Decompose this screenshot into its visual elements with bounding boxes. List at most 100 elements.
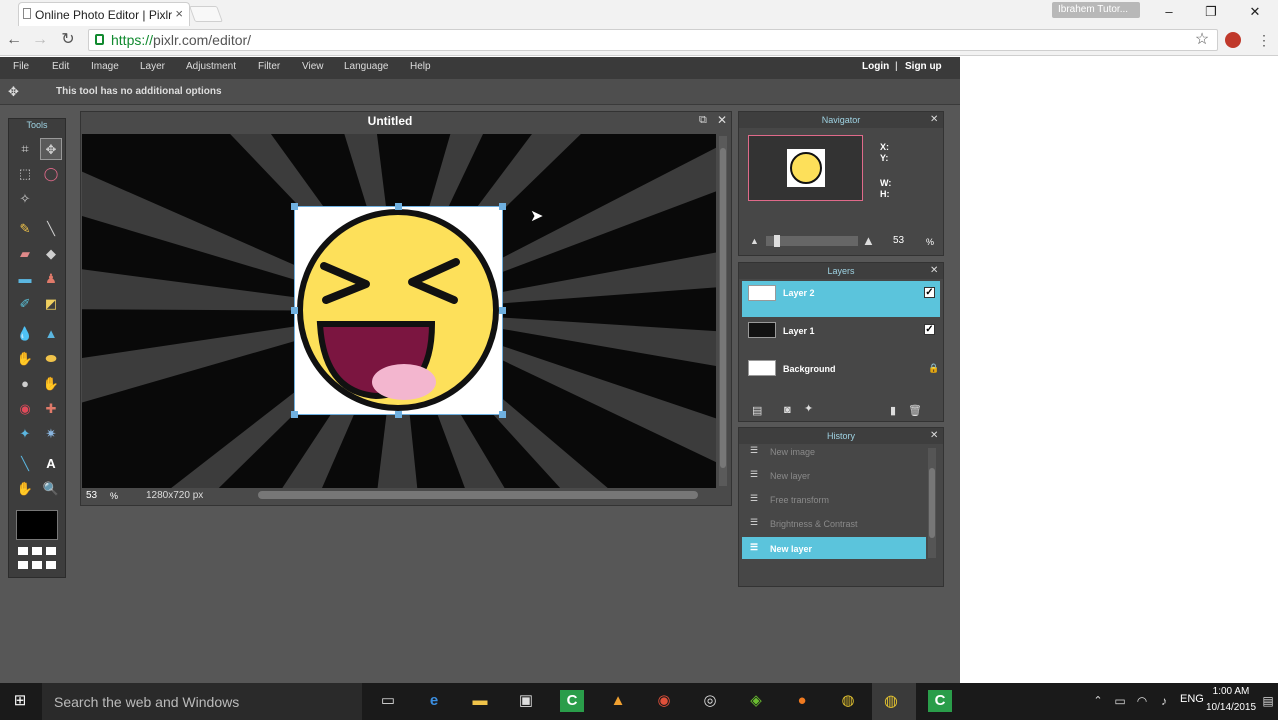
edge-icon[interactable]: e xyxy=(422,690,446,712)
extension-icon[interactable] xyxy=(1225,32,1241,48)
horizontal-scrollbar[interactable] xyxy=(258,491,698,499)
type-icon[interactable]: A xyxy=(40,453,62,475)
move-icon[interactable]: ✥ xyxy=(40,138,62,160)
login-link[interactable]: Login xyxy=(862,61,889,72)
clock-time[interactable]: 1:00 AM xyxy=(1206,686,1256,697)
zoom-icon[interactable]: 🔍 xyxy=(40,478,62,500)
back-icon[interactable]: ← xyxy=(4,30,24,50)
pinch-icon[interactable]: ✷ xyxy=(40,423,62,445)
crop-icon[interactable]: ⌗ xyxy=(14,138,36,160)
history-list[interactable]: ☰ New image ☰ New layer ☰ Free transform ☰ B… xyxy=(742,444,926,562)
menu-language[interactable]: Language xyxy=(344,61,389,72)
spot-heal-icon[interactable]: ✚ xyxy=(40,398,62,420)
transform-box[interactable] xyxy=(294,206,503,415)
sharpen-icon[interactable]: ▲ xyxy=(40,323,62,345)
chrome-menu-icon[interactable]: ⋮ xyxy=(1254,30,1274,50)
network-icon[interactable]: ◠ xyxy=(1130,690,1154,712)
layers-close-icon[interactable]: ✕ xyxy=(930,265,938,276)
steam-icon[interactable]: ◎ xyxy=(698,690,722,712)
chrome-active-icon[interactable]: ◍ xyxy=(872,683,916,720)
layer-row-layer1[interactable]: Layer 1 ✓ xyxy=(742,318,940,354)
zoom-value[interactable]: 53 xyxy=(86,490,97,501)
redeye-icon[interactable]: ◉ xyxy=(14,398,36,420)
camtasia-recorder-icon[interactable]: C xyxy=(928,690,952,712)
layer1-visibility-checkbox[interactable]: ✓ xyxy=(924,324,935,335)
battery-icon[interactable]: ▭ xyxy=(1108,690,1132,712)
sponge-icon[interactable]: ⬬ xyxy=(40,348,62,370)
taskbar-search-box[interactable]: Search the web and Windows xyxy=(42,683,362,720)
new-layer-icon[interactable]: ▮ xyxy=(890,404,896,417)
layer2-visibility-checkbox[interactable]: ✓ xyxy=(924,287,935,298)
close-doc-icon[interactable]: ✕ xyxy=(717,113,727,127)
vlc-icon[interactable]: ▲ xyxy=(606,690,630,712)
menu-edit[interactable]: Edit xyxy=(52,61,69,72)
signup-link[interactable]: Sign up xyxy=(905,61,942,72)
restore-button[interactable]: ❐ xyxy=(1196,4,1226,22)
task-view-icon[interactable]: ▭ xyxy=(376,690,400,712)
wand-icon[interactable]: ✧ xyxy=(14,188,36,210)
gradient-icon[interactable]: ▬ xyxy=(14,268,36,290)
bloat-icon[interactable]: ✦ xyxy=(14,423,36,445)
vertical-scrollbar[interactable] xyxy=(719,136,727,486)
handle-left[interactable] xyxy=(291,307,298,314)
grid-icon[interactable] xyxy=(18,547,58,571)
reload-icon[interactable]: ↻ xyxy=(58,30,78,50)
brush-icon[interactable]: ╲ xyxy=(40,218,62,240)
firefox-icon[interactable]: ● xyxy=(790,690,814,712)
colorpicker-icon[interactable]: ╲ xyxy=(14,453,36,475)
history-item-active[interactable]: ☰ New layer xyxy=(742,537,926,559)
show-hidden-icons[interactable]: ⌃ xyxy=(1086,690,1110,712)
handle-top[interactable] xyxy=(395,203,402,210)
handle-bottom[interactable] xyxy=(395,411,402,418)
action-center-icon[interactable]: ▤ xyxy=(1256,690,1278,712)
url-input[interactable]: https://pixlr.com/editor/ xyxy=(88,29,1218,51)
tab-close-icon[interactable]: × xyxy=(175,6,183,21)
new-tab-button[interactable] xyxy=(189,6,223,22)
menu-layer[interactable]: Layer xyxy=(140,61,165,72)
zoom-in-icon[interactable]: ▲ xyxy=(862,233,875,248)
history-item[interactable]: ☰ New layer xyxy=(742,464,926,486)
close-window-button[interactable]: ✕ xyxy=(1240,4,1270,22)
forward-icon[interactable]: → xyxy=(30,30,50,50)
blur-icon[interactable]: 💧 xyxy=(14,323,36,345)
navigator-thumbnail[interactable] xyxy=(748,135,863,201)
bucket-icon[interactable]: ◆ xyxy=(40,243,62,265)
stamp-icon[interactable]: ♟ xyxy=(40,268,62,290)
delete-layer-icon[interactable]: 🗑 xyxy=(908,404,922,417)
origin-icon[interactable]: ◉ xyxy=(652,690,676,712)
handle-bottom-left[interactable] xyxy=(291,411,298,418)
handle-top-left[interactable] xyxy=(291,203,298,210)
menu-help[interactable]: Help xyxy=(410,61,431,72)
layer-styles-icon[interactable]: ✦ xyxy=(804,402,813,415)
media-app-icon[interactable]: ▣ xyxy=(514,690,538,712)
layer-row-layer2[interactable]: Layer 2 ✓ xyxy=(742,281,940,317)
menu-file[interactable]: File xyxy=(13,61,29,72)
menu-adjustment[interactable]: Adjustment xyxy=(186,61,236,72)
bookmark-star-icon[interactable]: ☆ xyxy=(1192,30,1212,50)
color-replace-icon[interactable]: ✐ xyxy=(14,293,36,315)
chrome-icon[interactable]: ◍ xyxy=(836,690,860,712)
windows-start-icon[interactable]: ⊞ xyxy=(8,690,32,712)
handle-right[interactable] xyxy=(499,307,506,314)
handle-top-right[interactable] xyxy=(499,203,506,210)
marquee-icon[interactable]: ⬚ xyxy=(14,163,36,185)
profile-button[interactable]: Ibrahem Tutor... xyxy=(1052,2,1140,18)
menu-image[interactable]: Image xyxy=(91,61,119,72)
burn-icon[interactable]: ✋ xyxy=(40,373,62,395)
minimize-button[interactable]: – xyxy=(1154,4,1184,22)
navigator-close-icon[interactable]: ✕ xyxy=(930,114,938,125)
drawing-icon[interactable]: ◩ xyxy=(40,293,62,315)
input-language[interactable]: ENG xyxy=(1180,693,1204,705)
pencil-icon[interactable]: ✎ xyxy=(14,218,36,240)
dodge-icon[interactable]: ● xyxy=(14,373,36,395)
volume-icon[interactable]: ♪ xyxy=(1152,690,1176,712)
menu-view[interactable]: View xyxy=(302,61,324,72)
file-explorer-icon[interactable]: ▬ xyxy=(468,690,492,712)
foreground-color-swatch[interactable] xyxy=(16,510,58,540)
nvidia-icon[interactable]: ◈ xyxy=(744,690,768,712)
zoom-slider[interactable] xyxy=(766,235,858,247)
menu-filter[interactable]: Filter xyxy=(258,61,280,72)
history-item[interactable]: ☰ Free transform xyxy=(742,488,926,510)
history-scrollbar[interactable] xyxy=(928,448,936,558)
hand-icon[interactable]: ✋ xyxy=(14,478,36,500)
